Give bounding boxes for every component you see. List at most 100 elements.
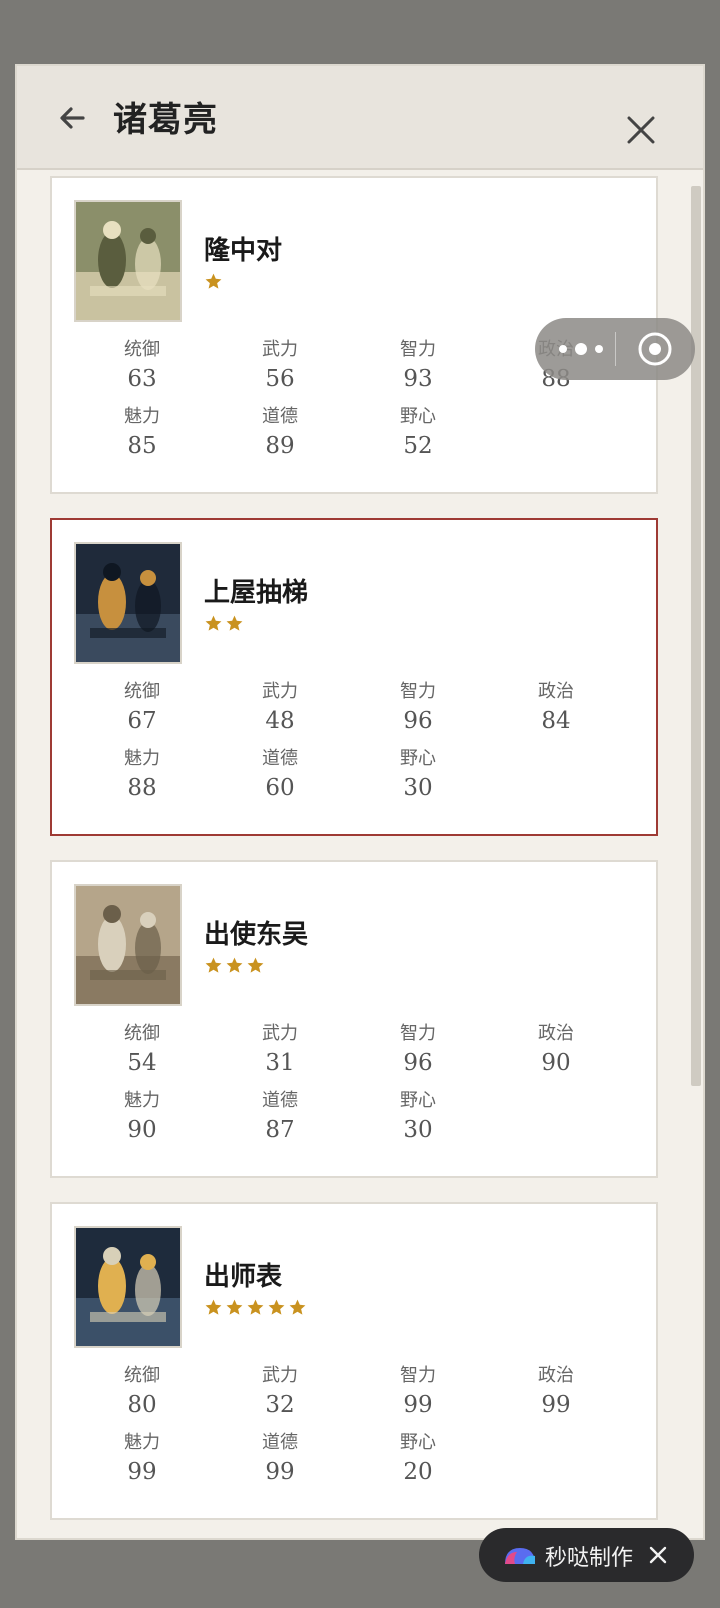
stat-value: 63 <box>127 366 157 392</box>
stat-label: 统御 <box>124 1365 160 1386</box>
stat-label: 野心 <box>400 1432 436 1453</box>
stat-cell: 野心 20 <box>348 1431 488 1489</box>
stat-cell: 魅力 90 <box>72 1089 212 1147</box>
stat-label: 武力 <box>262 339 298 360</box>
star-icon <box>226 957 243 973</box>
star-rating <box>204 1298 307 1320</box>
stat-cell: 野心 30 <box>348 1089 488 1147</box>
stat-cell: 魅力 88 <box>72 747 212 805</box>
stat-cell: 武力 31 <box>210 1022 350 1080</box>
stat-value: 67 <box>127 708 157 734</box>
stat-value: 80 <box>127 1392 157 1418</box>
stat-label: 智力 <box>400 1023 436 1044</box>
star-icon <box>205 615 222 631</box>
card-name: 上屋抽梯 <box>204 578 309 608</box>
stat-label: 智力 <box>400 1365 436 1386</box>
star-icon <box>226 1299 243 1315</box>
made-with-badge[interactable]: 秒哒制作 <box>479 1528 694 1582</box>
capsule-divider <box>615 332 616 366</box>
stat-label: 政治 <box>538 1365 574 1386</box>
target-icon[interactable] <box>637 331 673 367</box>
stat-label: 魅力 <box>124 748 160 769</box>
star-icon <box>268 1299 285 1315</box>
stat-cell: 魅力 85 <box>72 405 212 463</box>
stat-label: 政治 <box>538 1023 574 1044</box>
stat-value: 99 <box>127 1459 157 1485</box>
skill-card[interactable]: 出师表 统御 80 武力 32 智力 99 政治 99 魅力 99 道德 99 野心 20 <box>50 1202 658 1520</box>
stat-cell: 道德 87 <box>210 1089 350 1147</box>
stat-cell: 道德 60 <box>210 747 350 805</box>
star-icon <box>289 1299 306 1315</box>
stat-label: 野心 <box>400 748 436 769</box>
stat-value: 84 <box>541 708 571 734</box>
star-icon <box>205 957 222 973</box>
stat-cell: 政治 84 <box>486 680 626 738</box>
stat-value: 60 <box>265 775 295 801</box>
stat-value: 99 <box>265 1459 295 1485</box>
stat-label: 统御 <box>124 681 160 702</box>
stat-cell: 政治 90 <box>486 1022 626 1080</box>
star-rating <box>204 956 265 978</box>
stat-cell: 武力 56 <box>210 338 350 396</box>
more-dots-icon[interactable] <box>555 338 607 360</box>
stat-label: 道德 <box>262 1090 298 1111</box>
stat-value: 52 <box>403 433 433 459</box>
star-icon <box>247 1299 264 1315</box>
stat-value: 30 <box>403 775 433 801</box>
star-icon <box>205 1299 222 1315</box>
stat-label: 道德 <box>262 748 298 769</box>
stat-label: 武力 <box>262 681 298 702</box>
stat-label: 政治 <box>538 681 574 702</box>
badge-label: 秒哒制作 <box>545 1546 634 1571</box>
brand-logo-icon <box>505 1548 535 1564</box>
card-illustration <box>74 200 182 322</box>
scrollbar[interactable] <box>691 186 701 1086</box>
skill-card[interactable]: 上屋抽梯 统御 67 武力 48 智力 96 政治 84 魅力 88 道德 60 野心 30 <box>50 518 658 836</box>
modal-header: 诸葛亮 <box>17 66 703 170</box>
star-rating <box>204 614 244 636</box>
stat-cell: 魅力 99 <box>72 1431 212 1489</box>
stat-cell: 统御 80 <box>72 1364 212 1422</box>
stat-value: 99 <box>403 1392 433 1418</box>
mini-program-capsule <box>535 318 695 380</box>
star-icon <box>247 957 264 973</box>
stat-label: 魅力 <box>124 1432 160 1453</box>
stat-label: 魅力 <box>124 1090 160 1111</box>
badge-close-icon[interactable] <box>647 1544 669 1566</box>
stat-cell: 智力 99 <box>348 1364 488 1422</box>
stat-label: 武力 <box>262 1023 298 1044</box>
card-illustration <box>74 884 182 1006</box>
card-name: 隆中对 <box>204 236 283 266</box>
stat-value: 54 <box>127 1050 157 1076</box>
stat-label: 智力 <box>400 339 436 360</box>
stat-cell: 统御 67 <box>72 680 212 738</box>
card-illustration <box>74 1226 182 1348</box>
stat-value: 30 <box>403 1117 433 1143</box>
stat-value: 96 <box>403 708 433 734</box>
stat-value: 88 <box>127 775 157 801</box>
stat-label: 野心 <box>400 1090 436 1111</box>
skill-card[interactable]: 出使东吴 统御 54 武力 31 智力 96 政治 90 魅力 90 道德 87 野心 30 <box>50 860 658 1178</box>
stat-value: 20 <box>403 1459 433 1485</box>
stat-value: 99 <box>541 1392 571 1418</box>
stat-cell: 野心 52 <box>348 405 488 463</box>
stat-cell: 道德 89 <box>210 405 350 463</box>
card-select-modal: 诸葛亮 隆中对统御63武力56智力93政治88魅力85道德89野心52上屋抽梯统… <box>15 64 705 1540</box>
close-icon[interactable] <box>623 112 659 148</box>
stat-value: 93 <box>403 366 433 392</box>
card-name: 出师表 <box>204 1262 283 1292</box>
stat-value: 90 <box>127 1117 157 1143</box>
stat-value: 31 <box>265 1050 295 1076</box>
stat-cell: 武力 48 <box>210 680 350 738</box>
back-arrow-icon[interactable] <box>53 98 93 138</box>
stat-label: 统御 <box>124 1023 160 1044</box>
star-icon <box>226 615 243 631</box>
stat-label: 武力 <box>262 1365 298 1386</box>
stat-cell: 统御 63 <box>72 338 212 396</box>
card-illustration <box>74 542 182 664</box>
stat-cell: 智力 93 <box>348 338 488 396</box>
stat-value: 48 <box>265 708 295 734</box>
stat-label: 魅力 <box>124 406 160 427</box>
stat-value: 90 <box>541 1050 571 1076</box>
stat-cell: 智力 96 <box>348 1022 488 1080</box>
